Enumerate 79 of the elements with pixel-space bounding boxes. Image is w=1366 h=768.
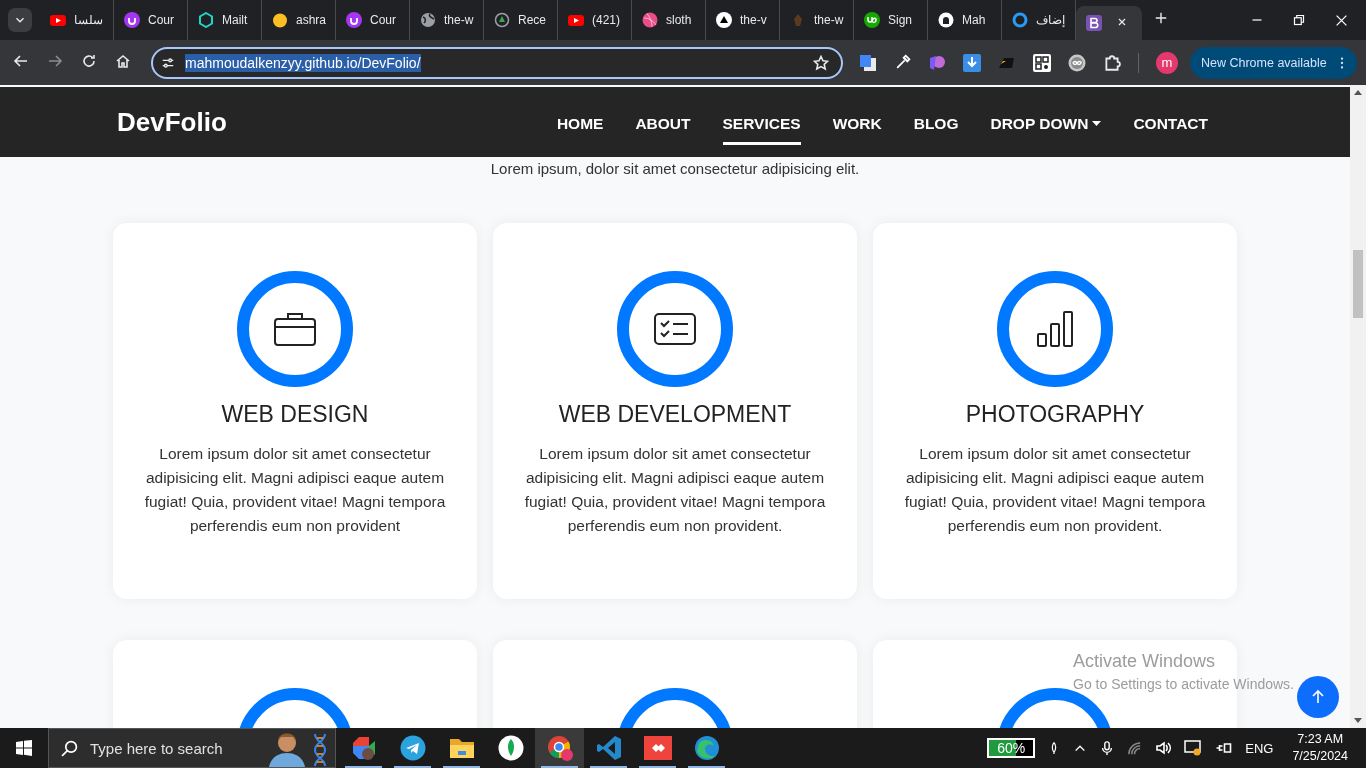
card-text: Lorem ipsum dolor sit amet consectetur adipisicing elit. Magni adipisci eaque autem fugiat! Quia, provident vitae! Magni tempora perferendis eum non provident — [143, 444, 447, 536]
scroll-up-icon[interactable] — [1354, 90, 1362, 95]
briefcase-icon — [274, 312, 316, 346]
activation-text: Go to Settings to activate Windows. — [1073, 676, 1294, 692]
search-icon — [61, 739, 78, 757]
display-warning-icon — [1184, 740, 1203, 756]
remote-desktop-icon — [643, 736, 672, 760]
site-logo[interactable]: DevFolio — [117, 106, 227, 138]
dna-icon — [313, 733, 327, 767]
forward-arrow-icon — [47, 52, 63, 69]
puzzle-icon — [1103, 53, 1121, 72]
nav-link[interactable]: ABOUT — [619, 99, 707, 145]
nav-link[interactable]: WORK — [816, 99, 898, 145]
restore-icon — [1293, 14, 1305, 26]
profile-avatar[interactable]: m — [1156, 51, 1178, 74]
arrow-up-icon — [1310, 689, 1326, 705]
leaf-icon — [497, 735, 524, 761]
tab-search-button[interactable] — [8, 8, 32, 32]
ring-icon — [494, 12, 510, 28]
activation-title: Activate Windows — [1073, 651, 1217, 672]
edge-icon — [693, 735, 720, 761]
card-text: Lorem ipsum dolor sit amet consectetur adipisicing elit. Magni adipisci eaque autem fugiat! Quia, provident vitae! Magni tempora perferendis eum non provident. — [903, 444, 1207, 536]
eyedropper-icon — [894, 54, 911, 71]
plus-icon — [1154, 11, 1168, 25]
checklist-icon — [654, 313, 696, 345]
scrollbar[interactable] — [1350, 85, 1366, 728]
speaker-icon — [1155, 740, 1172, 756]
taskbar-search-field[interactable]: Type here to search — [88, 738, 252, 758]
browser-tab[interactable] — [1076, 6, 1142, 40]
wifi-icon — [1127, 740, 1143, 756]
globe-icon — [420, 12, 436, 28]
download-icon — [963, 53, 981, 72]
nav-link[interactable]: SERVICES — [706, 99, 817, 145]
video-call-icon — [350, 735, 377, 761]
close-icon — [1335, 13, 1348, 27]
translate-icon — [859, 53, 877, 72]
section-subtitle: Lorem ipsum, dolor sit amet consectetur adipisicing elit. — [490, 160, 860, 177]
hexagon-icon — [198, 12, 214, 28]
palette-icon — [928, 53, 946, 72]
folder-icon — [448, 736, 475, 760]
card-title: WEB DEVELOPMENT — [558, 401, 792, 428]
taskbar-search-box[interactable]: Type here to search — [48, 728, 336, 768]
cup-icon — [346, 12, 362, 28]
bar-chart-icon — [1036, 310, 1074, 348]
qr-code-icon — [1033, 53, 1051, 72]
scroll-down-icon[interactable] — [1354, 718, 1362, 723]
caret-icon — [1092, 121, 1102, 127]
cup-icon — [124, 12, 140, 28]
star-icon — [813, 54, 829, 71]
windows-logo-icon — [16, 740, 32, 756]
back-to-top-button[interactable] — [1297, 676, 1339, 718]
power-plug-icon — [1215, 740, 1233, 756]
taskbar-clock[interactable]: 7:23 AM 7/25/2024 — [1292, 731, 1348, 765]
card-text: Lorem ipsum dolor sit amet consectetur adipisicing elit. Magni adipisci eaque autem fugiat! Quia, provident vitae! Magni tempora perferendis eum non provident. — [523, 444, 827, 536]
telegram-icon — [399, 735, 426, 761]
back-arrow-icon — [13, 52, 29, 69]
taskbar-app[interactable] — [535, 728, 584, 768]
update-button[interactable]: New Chrome available — [1190, 46, 1357, 79]
play-icon — [50, 12, 66, 28]
home-icon — [115, 52, 131, 69]
nav-link[interactable]: DROP DOWN — [974, 99, 1118, 145]
card-title: WEB DESIGN — [221, 401, 369, 428]
language-indicator[interactable]: ENG — [1245, 740, 1274, 756]
nav-link[interactable]: CONTACT — [1117, 99, 1224, 145]
code-editor-icon — [595, 735, 622, 761]
nav-link[interactable]: HOME — [540, 99, 620, 145]
dark-shape-icon — [998, 57, 1016, 68]
address-bar[interactable]: mahmoudalkenzyy.github.io/DevFolio/ — [151, 46, 843, 79]
ring-icon — [1012, 12, 1028, 28]
site-settings-icon — [161, 55, 175, 70]
nav-link[interactable]: BLOG — [897, 99, 975, 145]
infinity-icon — [1068, 53, 1086, 72]
ball-icon — [642, 12, 658, 28]
microphone-icon — [1100, 740, 1115, 756]
chrome-icon — [545, 734, 574, 762]
reload-icon — [81, 52, 97, 69]
card-title: PHOTOGRAPHY — [965, 401, 1145, 428]
scroll-thumb[interactable] — [1353, 250, 1363, 318]
play-icon — [568, 12, 584, 28]
